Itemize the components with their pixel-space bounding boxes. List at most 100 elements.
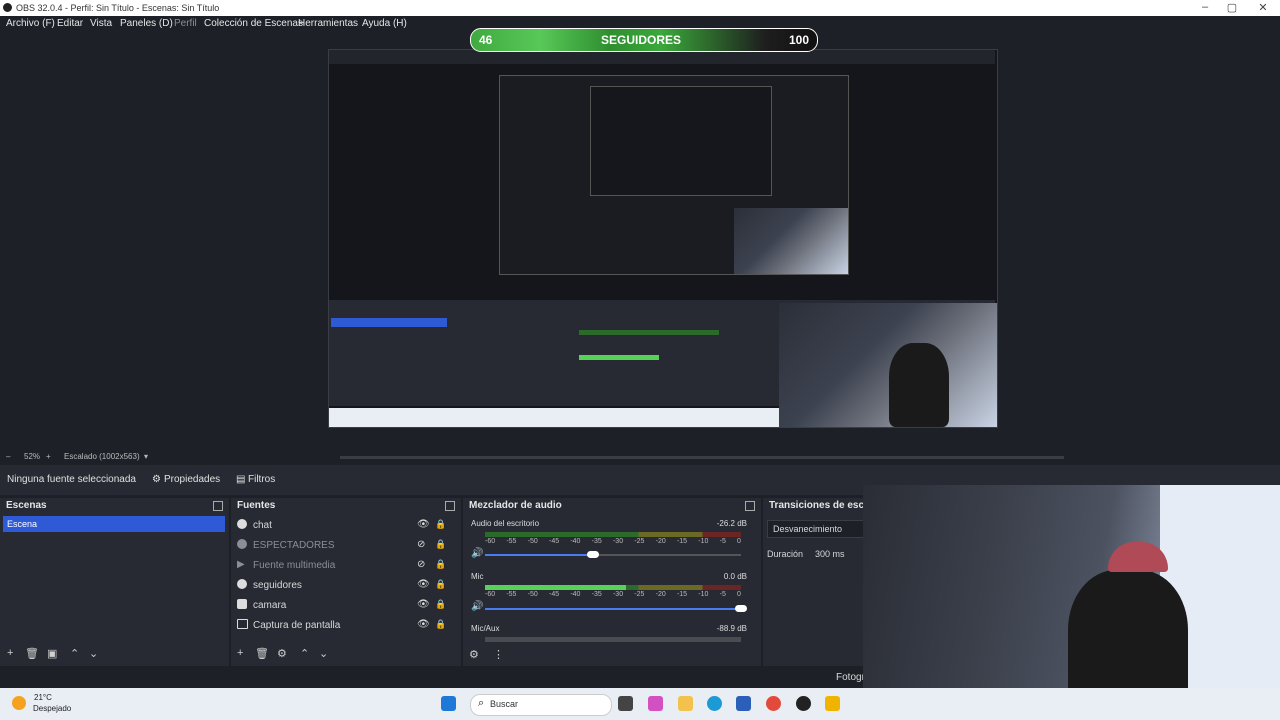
meter-tick-label: -60 — [485, 538, 496, 545]
meter-tick-label: -15 — [676, 591, 688, 598]
source-item-seguidores[interactable]: seguidores 👁 🔒 — [237, 577, 453, 595]
more-options-icon[interactable]: ⋮ — [493, 648, 504, 661]
lock-icon[interactable]: 🔒 — [435, 519, 446, 530]
source-label: chat — [253, 520, 272, 531]
properties-button[interactable]: Propiedades — [164, 474, 220, 485]
meter-tick-label: -30 — [612, 591, 624, 598]
volume-slider[interactable] — [485, 605, 747, 612]
eye-hidden-icon[interactable]: ⊘ — [417, 539, 425, 550]
webcam-overlay — [863, 485, 1280, 720]
store-icon[interactable] — [736, 696, 751, 711]
filters-button[interactable]: Filtros — [248, 474, 275, 485]
move-up-icon[interactable]: ⌃ — [70, 647, 79, 660]
audio-mixer-dock: Mezclador de audio Audio del escritorio … — [463, 498, 761, 666]
lock-icon[interactable]: 🔒 — [435, 599, 446, 610]
preview-canvas[interactable] — [328, 49, 998, 428]
move-down-icon[interactable]: ⌄ — [89, 647, 98, 660]
transition-type-select[interactable]: Desvanecimiento — [767, 520, 863, 538]
nested-webcam — [779, 303, 997, 427]
monitor-icon — [237, 619, 248, 629]
meter-tick-label: -20 — [655, 591, 666, 598]
eye-icon[interactable]: 👁 — [417, 519, 430, 530]
volume-meter — [485, 532, 741, 537]
meter-tick-label: -15 — [676, 538, 688, 545]
edge-icon[interactable] — [707, 696, 722, 711]
lock-icon[interactable]: 🔒 — [435, 619, 446, 630]
volume-slider[interactable] — [485, 551, 741, 558]
preview-zoom-bar: – 52% + Escalado (1002x563) ▾ — [0, 450, 1280, 464]
remove-scene-icon[interactable]: 🗑 — [25, 647, 39, 660]
file-explorer-icon[interactable] — [678, 696, 693, 711]
browser-icon — [237, 519, 247, 529]
meter-tick-label: -25 — [634, 538, 645, 545]
source-settings-icon[interactable]: ⚙ — [277, 647, 287, 660]
menu-editar[interactable]: Editar — [57, 18, 83, 29]
menu-ayuda[interactable]: Ayuda (H) — [362, 18, 407, 29]
source-item-chat[interactable]: chat 👁 🔒 — [237, 517, 453, 535]
menu-vista[interactable]: Vista — [90, 18, 112, 29]
source-label: camara — [253, 600, 287, 611]
followers-current: 46 — [479, 33, 493, 47]
menu-archivo[interactable]: Archivo (F) — [6, 18, 55, 29]
source-item-fuente-multimedia[interactable]: ▶ Fuente multimedia ⊘ 🔒 — [237, 557, 453, 575]
add-scene-icon[interactable]: + — [7, 647, 13, 659]
minimize-icon[interactable]: – — [1198, 1, 1212, 13]
zoom-in-icon[interactable]: + — [46, 452, 51, 461]
source-item-captura-pantalla[interactable]: Captura de pantalla 👁 🔒 — [237, 617, 453, 635]
menu-coleccion-escenas[interactable]: Colección de Escenas — [204, 18, 303, 29]
dock-menu-icon[interactable] — [213, 501, 223, 511]
maximize-icon[interactable]: ▢ — [1225, 1, 1239, 14]
eye-hidden-icon[interactable]: ⊘ — [417, 559, 425, 570]
menu-paneles[interactable]: Paneles (D) — [120, 18, 173, 29]
lock-icon[interactable]: 🔒 — [435, 559, 446, 570]
sources-dock: Fuentes chat 👁 🔒 ESPECTADORES ⊘ 🔒 ▶ Fuente… — [231, 498, 461, 666]
menu-herramientas[interactable]: Herramientas — [298, 18, 358, 29]
meter-tick-label: -35 — [591, 538, 602, 545]
eye-icon[interactable]: 👁 — [417, 599, 430, 610]
dock-menu-icon[interactable] — [445, 501, 455, 511]
scenes-dock: Escenas Escena + 🗑 ▣ ⌃ ⌄ — [0, 498, 229, 666]
add-source-icon[interactable]: + — [237, 647, 243, 659]
task-view-icon[interactable] — [618, 696, 633, 711]
preview-scrollbar[interactable] — [340, 456, 1064, 459]
scene-item[interactable]: Escena — [3, 516, 225, 532]
obs-icon[interactable] — [796, 696, 811, 711]
scene-filters-icon[interactable]: ▣ — [47, 647, 57, 660]
taskbar-search[interactable]: ⌕ Buscar — [470, 694, 612, 716]
dock-menu-icon[interactable] — [745, 501, 755, 511]
copilot-icon[interactable] — [648, 696, 663, 711]
meter-tick-label: -5 — [719, 591, 726, 598]
followers-label: SEGUIDORES — [601, 33, 682, 47]
speaker-icon[interactable]: 🔊 — [471, 601, 483, 612]
meter-scale: -60 -55 -50 -45 -40 -35 -30 -25 -20 -15 -10 -5 0 — [485, 538, 741, 545]
zoom-out-icon[interactable]: – — [6, 452, 10, 461]
weather-icon[interactable] — [12, 696, 26, 710]
windows-start-icon[interactable] — [441, 696, 456, 711]
menu-perfil[interactable]: Perfil — [174, 18, 197, 29]
remove-source-icon[interactable]: 🗑 — [255, 647, 269, 660]
camera-icon — [237, 599, 247, 609]
move-up-icon[interactable]: ⌃ — [300, 647, 309, 660]
lock-icon[interactable]: 🔒 — [435, 579, 446, 590]
close-icon[interactable]: ✕ — [1256, 1, 1270, 14]
status-text: Fotogr — [836, 672, 865, 683]
chevron-down-icon[interactable]: ▾ — [144, 452, 148, 461]
source-item-espectadores[interactable]: ESPECTADORES ⊘ 🔒 — [237, 537, 453, 555]
eye-icon[interactable]: 👁 — [417, 579, 430, 590]
browser-icon — [237, 579, 247, 589]
speaker-icon[interactable]: 🔊 — [471, 548, 483, 559]
window-title: OBS 32.0.4 - Perfil: Sin Título - Escena… — [16, 3, 220, 13]
app-icon[interactable] — [825, 696, 840, 711]
source-item-camara[interactable]: camara 👁 🔒 — [237, 597, 453, 615]
duration-value[interactable]: 300 ms — [815, 549, 845, 559]
meter-tick-label: -50 — [527, 591, 538, 598]
move-down-icon[interactable]: ⌄ — [319, 647, 328, 660]
nested-preview-menubar — [329, 50, 995, 64]
meter-tick-label: -40 — [570, 538, 581, 545]
lock-icon[interactable]: 🔒 — [435, 539, 446, 550]
taskbar: 21°C Despejado ⌕ Buscar — [0, 688, 1280, 720]
chrome-icon[interactable] — [766, 696, 781, 711]
eye-icon[interactable]: 👁 — [417, 619, 430, 630]
scale-dropdown[interactable]: Escalado (1002x563) — [64, 452, 140, 461]
advanced-audio-icon[interactable]: ⚙ — [469, 648, 479, 661]
